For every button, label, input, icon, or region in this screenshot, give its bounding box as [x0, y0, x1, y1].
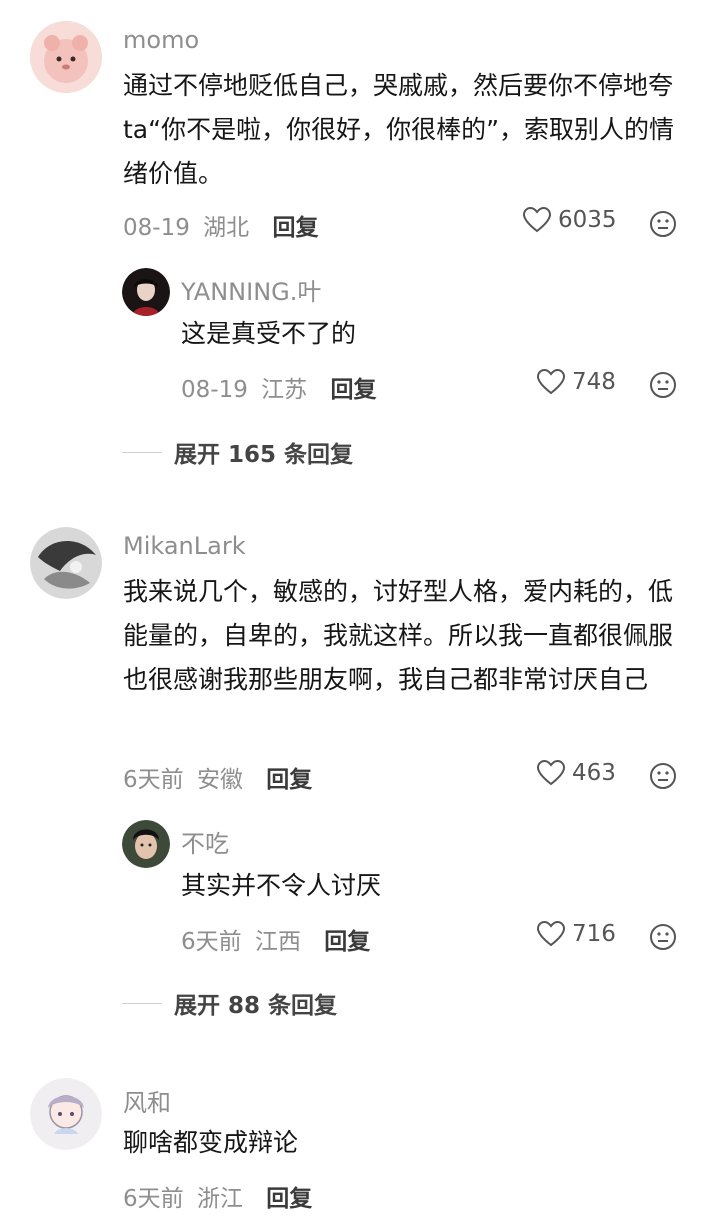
reply-button[interactable]: 回复 — [266, 767, 312, 793]
expand-replies-button[interactable]: 展开 88 条回复 — [122, 986, 337, 1020]
comment-date: 6天前 — [123, 767, 184, 793]
username[interactable]: 不吃 — [181, 824, 229, 859]
comment-location: 湖北 — [203, 215, 250, 241]
comment-date: 6天前 — [123, 1186, 184, 1212]
expand-label: 展开 165 条回复 — [174, 442, 354, 468]
comment-location: 安徽 — [196, 767, 243, 793]
emoji-icon[interactable] — [649, 762, 677, 790]
heart-icon — [522, 206, 552, 233]
like-count: 463 — [572, 760, 616, 786]
avatar[interactable] — [122, 268, 170, 316]
username[interactable]: 风和 — [123, 1083, 171, 1118]
reply-text: 这是真受不了的 — [181, 319, 357, 348]
heart-icon — [536, 368, 566, 395]
username[interactable]: YANNING.叶 — [181, 272, 321, 307]
comment-text: 通过不停地贬低自己，哭戚戚，然后要你不停地夸ta“你不是啦，你很好，你很棒的”，… — [123, 71, 675, 188]
like-button[interactable]: 463 — [536, 759, 616, 787]
emoji-icon[interactable] — [649, 923, 677, 951]
reply-date: 6天前 — [181, 929, 242, 955]
avatar[interactable] — [122, 820, 170, 868]
avatar[interactable] — [30, 527, 102, 599]
divider-line — [122, 451, 162, 453]
emoji-icon[interactable] — [649, 210, 677, 238]
reply-button[interactable]: 回复 — [330, 377, 376, 403]
reply-location: 江西 — [254, 929, 301, 955]
divider-line — [122, 1002, 162, 1004]
comment-meta: 6天前 安徽 回复 — [123, 760, 312, 794]
expand-replies-button[interactable]: 展开 165 条回复 — [122, 435, 353, 469]
like-button[interactable]: 748 — [536, 368, 616, 396]
username[interactable]: momo — [123, 26, 199, 54]
like-count: 748 — [572, 369, 616, 395]
reply-text: 其实并不令人讨厌 — [181, 871, 382, 900]
reply-button[interactable]: 回复 — [324, 929, 370, 955]
emoji-icon[interactable] — [649, 371, 677, 399]
reply-meta: 08-19 江苏 回复 — [181, 370, 376, 404]
expand-label: 展开 88 条回复 — [174, 993, 338, 1019]
avatar[interactable] — [30, 1078, 102, 1150]
reply-button[interactable]: 回复 — [266, 1186, 312, 1212]
heart-icon — [536, 920, 566, 947]
like-count: 6035 — [558, 207, 617, 233]
comment-meta: 6天前 浙江 回复 — [123, 1179, 312, 1213]
like-count: 716 — [572, 921, 616, 947]
like-button[interactable]: 716 — [536, 920, 616, 948]
comment-location: 浙江 — [196, 1186, 243, 1212]
reply-location: 江苏 — [261, 377, 308, 403]
reply-meta: 6天前 江西 回复 — [181, 922, 370, 956]
comment-text: 我来说几个，敏感的，讨好型人格，爱内耗的，低能量的，自卑的，我就这样。所以我一直… — [123, 577, 674, 694]
comment-text: 聊啥都变成辩论 — [123, 1128, 299, 1157]
comment-date: 08-19 — [123, 215, 190, 241]
reply-date: 08-19 — [181, 377, 248, 403]
avatar[interactable] — [30, 21, 102, 93]
username[interactable]: MikanLark — [123, 532, 246, 560]
reply-button[interactable]: 回复 — [272, 215, 318, 241]
like-button[interactable]: 6035 — [522, 206, 617, 234]
comment-meta: 08-19 湖北 回复 — [123, 208, 318, 242]
heart-icon — [536, 759, 566, 786]
